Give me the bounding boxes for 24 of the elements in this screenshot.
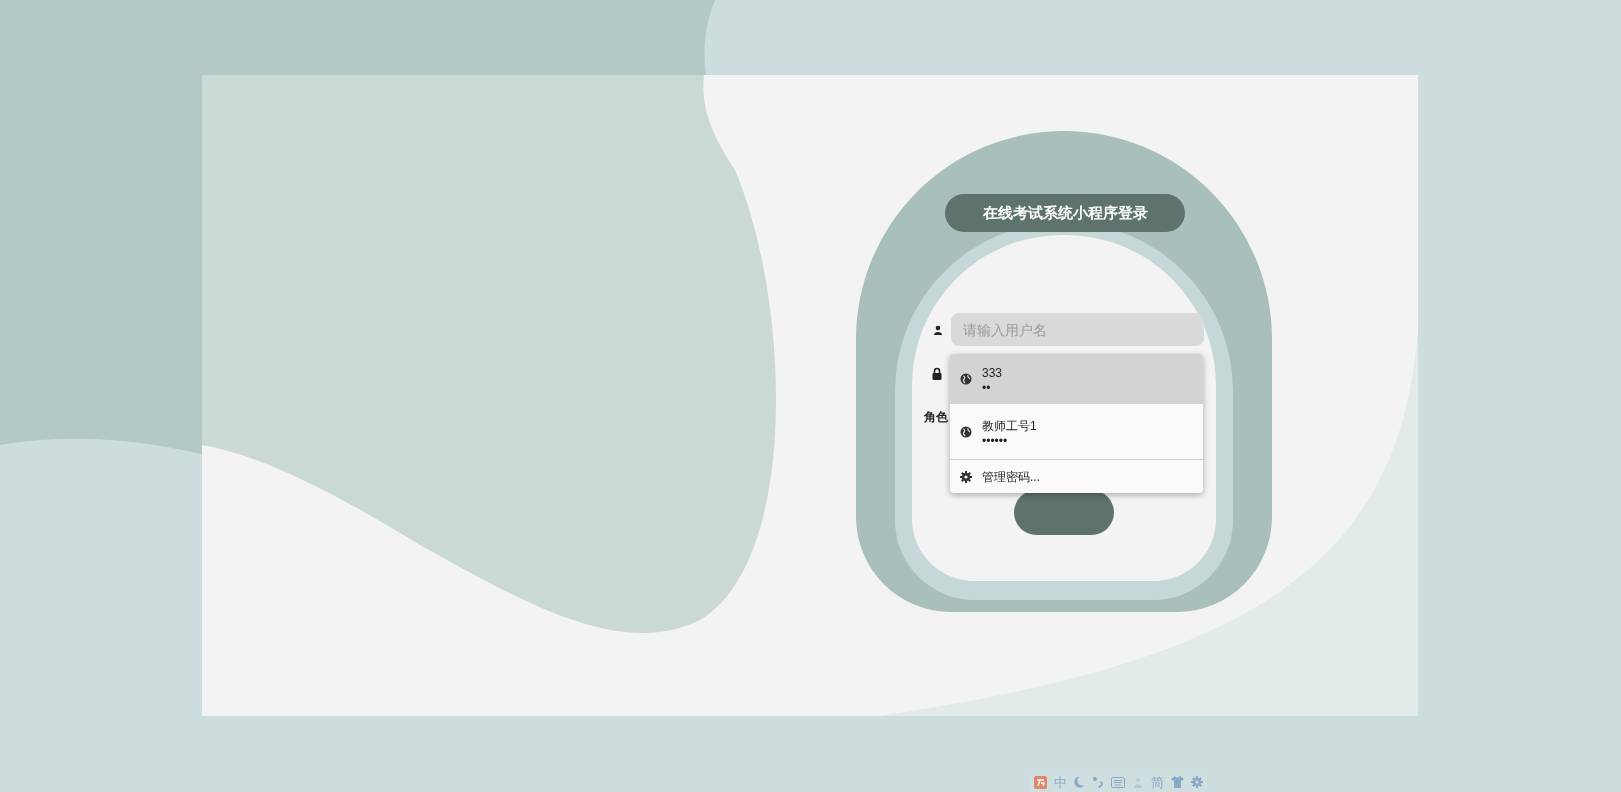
keyboard-icon[interactable] (1111, 776, 1125, 788)
lock-icon (932, 367, 942, 380)
manage-passwords-label: 管理密码... (982, 468, 1040, 486)
username-field[interactable]: 请输入用户名 (951, 313, 1204, 346)
punctuation-icon[interactable] (1092, 776, 1104, 788)
user-icon (933, 324, 943, 335)
saved-password: •• (982, 382, 992, 394)
login-button[interactable] (1014, 490, 1114, 535)
shirt-icon[interactable] (1171, 776, 1184, 788)
person-icon[interactable] (1132, 776, 1144, 788)
settings-icon[interactable] (1191, 776, 1203, 788)
role-label: 角色 (924, 408, 948, 426)
saved-username: 教师工号1 (982, 417, 1037, 435)
moon-icon[interactable] (1074, 776, 1085, 788)
login-title: 在线考试系统小程序登录 (945, 194, 1185, 232)
globe-icon (960, 425, 972, 438)
settings-icon (960, 470, 972, 483)
globe-icon (960, 373, 972, 385)
ime-logo-icon (1034, 775, 1047, 789)
saved-password: •••••• (982, 434, 1009, 447)
saved-login-item[interactable]: 333 •• (950, 354, 1203, 404)
saved-username: 333 (982, 365, 1003, 382)
saved-login-item[interactable]: 教师工号1 •••••• (950, 404, 1203, 459)
manage-passwords-item[interactable]: 管理密码... (950, 459, 1203, 493)
